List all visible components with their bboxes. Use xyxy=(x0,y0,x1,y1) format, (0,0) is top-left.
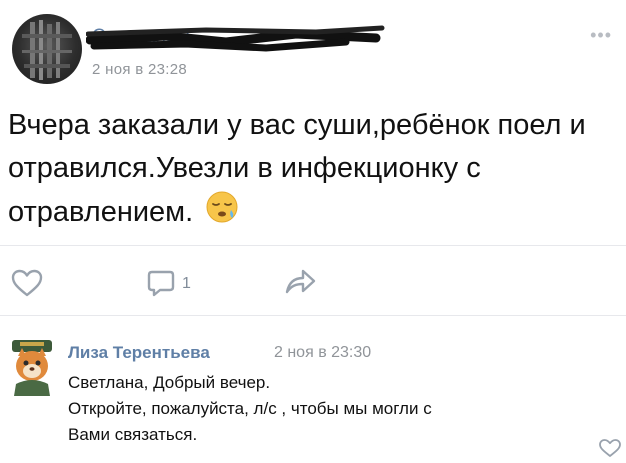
comment-line: Светлана, Добрый вечер. xyxy=(68,373,271,392)
comment-text: Светлана, Добрый вечер. Откройте, пожалу… xyxy=(68,370,608,448)
comment-bubble-icon xyxy=(147,270,175,297)
author-avatar[interactable] xyxy=(12,14,82,84)
comment: Лиза Терентьева 2 ноя в 23:30 Светлана, … xyxy=(0,330,626,457)
comment-button[interactable]: 1 xyxy=(146,268,191,298)
share-arrow-icon xyxy=(285,269,316,294)
comment-author-name[interactable]: Лиза Терентьева xyxy=(68,343,210,363)
comment-author-avatar[interactable] xyxy=(8,340,56,396)
comment-line: Откройте, пожалуйста, л/с , чтобы мы мог… xyxy=(68,399,432,418)
share-button[interactable] xyxy=(283,266,317,301)
comment-count: 1 xyxy=(182,275,191,292)
heart-outline-icon xyxy=(599,439,621,457)
section-divider xyxy=(0,315,626,316)
post-divider xyxy=(0,245,626,246)
more-options-button[interactable]: ••• xyxy=(590,26,612,44)
comment-line: Вами связаться. xyxy=(68,425,198,444)
comment-date: 2 ноя в 23:30 xyxy=(274,344,372,361)
heart-outline-icon xyxy=(11,269,43,297)
sleepy-face-emoji xyxy=(205,190,239,237)
like-button[interactable] xyxy=(10,268,44,303)
redaction-scribble xyxy=(86,25,385,52)
post: Светлана Т...... 2 ноя в 23:28 ••• Вчера… xyxy=(0,0,626,316)
post-text: Вчера заказали у вас суши,ребёнок поел и… xyxy=(8,104,608,237)
post-date: 2 ноя в 23:28 xyxy=(92,61,187,78)
post-text-content: Вчера заказали у вас суши,ребёнок поел и… xyxy=(8,109,586,229)
